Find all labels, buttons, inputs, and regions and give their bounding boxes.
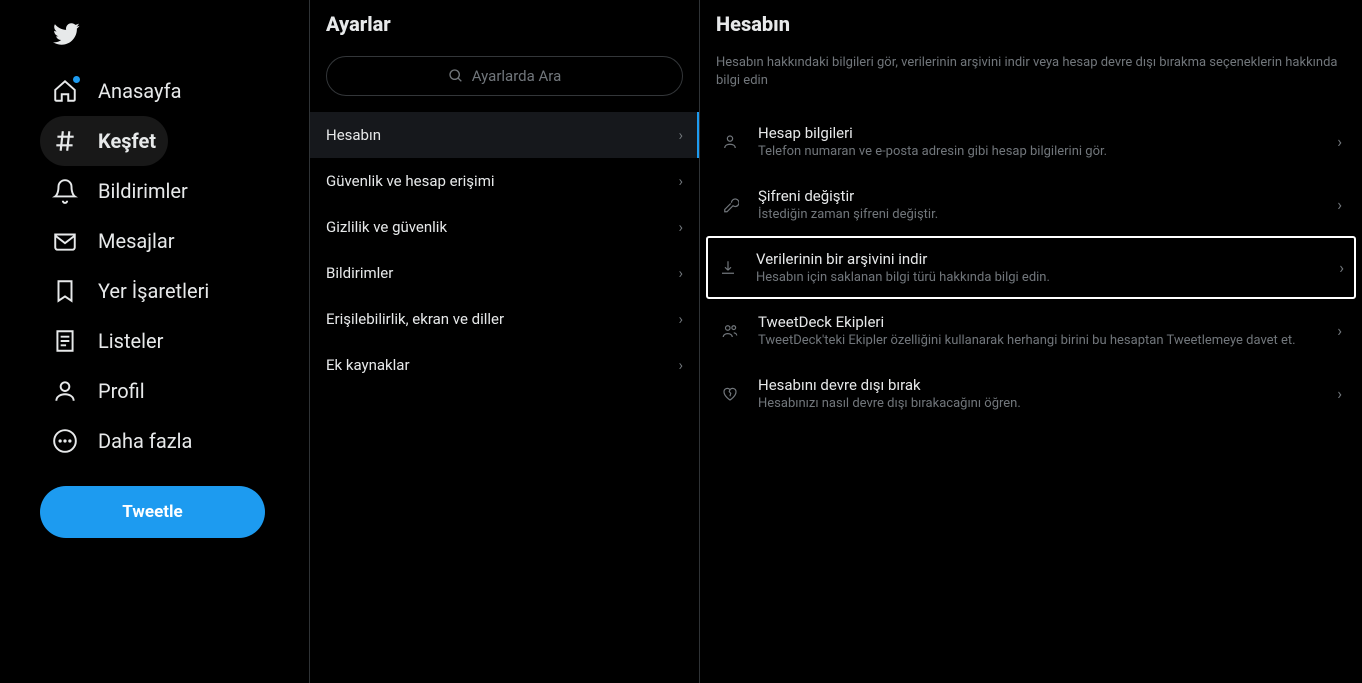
nav-label: Bildirimler [98, 179, 188, 203]
settings-item-notifications[interactable]: Bildirimler › [310, 250, 699, 296]
nav-label: Yer İşaretleri [98, 279, 209, 303]
nav-lists[interactable]: Listeler [40, 316, 175, 366]
settings-search[interactable]: Ayarlarda Ara [326, 56, 683, 96]
bookmark-icon [52, 278, 78, 304]
hash-icon [52, 128, 78, 154]
chevron-right-icon: › [678, 356, 683, 374]
notification-dot [73, 76, 80, 83]
settings-item-label: Bildirimler [326, 264, 393, 282]
nav-label: Anasayfa [98, 79, 181, 103]
nav-label: Daha fazla [98, 429, 192, 453]
list-icon [52, 328, 78, 354]
download-icon [718, 258, 738, 278]
home-icon [52, 78, 78, 104]
settings-column: Ayarlar Ayarlarda Ara Hesabın › Güvenlik… [310, 0, 700, 683]
settings-item-privacy[interactable]: Gizlilik ve güvenlik › [310, 204, 699, 250]
settings-item-account[interactable]: Hesabın › [310, 112, 699, 158]
detail-item-download-archive[interactable]: Verilerinin bir arşivini indir Hesabın i… [706, 236, 1356, 299]
more-icon [52, 428, 78, 454]
team-icon [720, 321, 740, 341]
detail-item-sub: İstediğin zaman şifreni değiştir. [758, 207, 1319, 222]
detail-item-deactivate[interactable]: Hesabını devre dışı bırak Hesabınızı nas… [716, 362, 1346, 425]
chevron-right-icon: › [1337, 195, 1342, 214]
detail-title: Hesabın [716, 12, 1346, 36]
settings-item-label: Hesabın [326, 126, 381, 144]
heartbreak-icon [720, 384, 740, 404]
search-icon [448, 68, 464, 84]
chevron-right-icon: › [1337, 384, 1342, 403]
chevron-right-icon: › [1337, 321, 1342, 340]
detail-item-title: Hesabını devre dışı bırak [758, 376, 1319, 394]
key-icon [720, 195, 740, 215]
tweet-button[interactable]: Tweetle [40, 486, 265, 538]
settings-item-security[interactable]: Güvenlik ve hesap erişimi › [310, 158, 699, 204]
chevron-right-icon: › [1339, 258, 1344, 277]
detail-item-sub: Hesabınızı nasıl devre dışı bırakacağını… [758, 396, 1319, 411]
main-sidebar: Anasayfa Keşfet Bildirimler Mesajlar Yer… [0, 0, 310, 683]
bell-icon [52, 178, 78, 204]
chevron-right-icon: › [678, 218, 683, 236]
nav-label: Keşfet [98, 129, 156, 153]
chevron-right-icon: › [678, 310, 683, 328]
detail-item-title: Verilerinin bir arşivini indir [756, 250, 1321, 268]
detail-item-title: Şifreni değiştir [758, 187, 1319, 205]
detail-item-sub: TweetDeck'teki Ekipler özelliğini kullan… [758, 333, 1319, 348]
detail-description: Hesabın hakkındaki bilgileri gör, verile… [716, 54, 1346, 90]
settings-item-label: Erişilebilirlik, ekran ve diller [326, 310, 504, 328]
settings-search-wrap: Ayarlarda Ara [310, 52, 699, 112]
settings-title: Ayarlar [310, 12, 699, 52]
mail-icon [52, 228, 78, 254]
chevron-right-icon: › [678, 126, 683, 144]
profile-icon [52, 378, 78, 404]
nav-label: Profil [98, 379, 145, 403]
chevron-right-icon: › [1337, 132, 1342, 151]
nav-bookmarks[interactable]: Yer İşaretleri [40, 266, 221, 316]
person-icon [720, 132, 740, 152]
nav-notifications[interactable]: Bildirimler [40, 166, 200, 216]
nav-messages[interactable]: Mesajlar [40, 216, 187, 266]
nav-home[interactable]: Anasayfa [40, 66, 193, 116]
twitter-logo[interactable] [40, 8, 297, 64]
nav-label: Listeler [98, 329, 163, 353]
nav-more[interactable]: Daha fazla [40, 416, 204, 466]
nav-label: Mesajlar [98, 229, 175, 253]
detail-item-sub: Hesabın için saklanan bilgi türü hakkınd… [756, 270, 1321, 285]
chevron-right-icon: › [678, 172, 683, 190]
nav-explore[interactable]: Keşfet [40, 116, 168, 166]
settings-item-label: Gizlilik ve güvenlik [326, 218, 447, 236]
settings-item-resources[interactable]: Ek kaynaklar › [310, 342, 699, 388]
detail-item-sub: Telefon numaran ve e-posta adresin gibi … [758, 144, 1319, 159]
detail-item-title: TweetDeck Ekipleri [758, 313, 1319, 331]
chevron-right-icon: › [678, 264, 683, 282]
nav-profile[interactable]: Profil [40, 366, 157, 416]
detail-column: Hesabın Hesabın hakkındaki bilgileri gör… [700, 0, 1362, 683]
settings-item-accessibility[interactable]: Erişilebilirlik, ekran ve diller › [310, 296, 699, 342]
detail-item-title: Hesap bilgileri [758, 124, 1319, 142]
search-placeholder: Ayarlarda Ara [472, 67, 561, 85]
settings-item-label: Güvenlik ve hesap erişimi [326, 172, 495, 190]
settings-item-label: Ek kaynaklar [326, 356, 410, 374]
detail-item-account-info[interactable]: Hesap bilgileri Telefon numaran ve e-pos… [716, 110, 1346, 173]
detail-item-change-password[interactable]: Şifreni değiştir İstediğin zaman şifreni… [716, 173, 1346, 236]
twitter-bird-icon [52, 20, 80, 48]
detail-item-tweetdeck-teams[interactable]: TweetDeck Ekipleri TweetDeck'teki Ekiple… [716, 299, 1346, 362]
